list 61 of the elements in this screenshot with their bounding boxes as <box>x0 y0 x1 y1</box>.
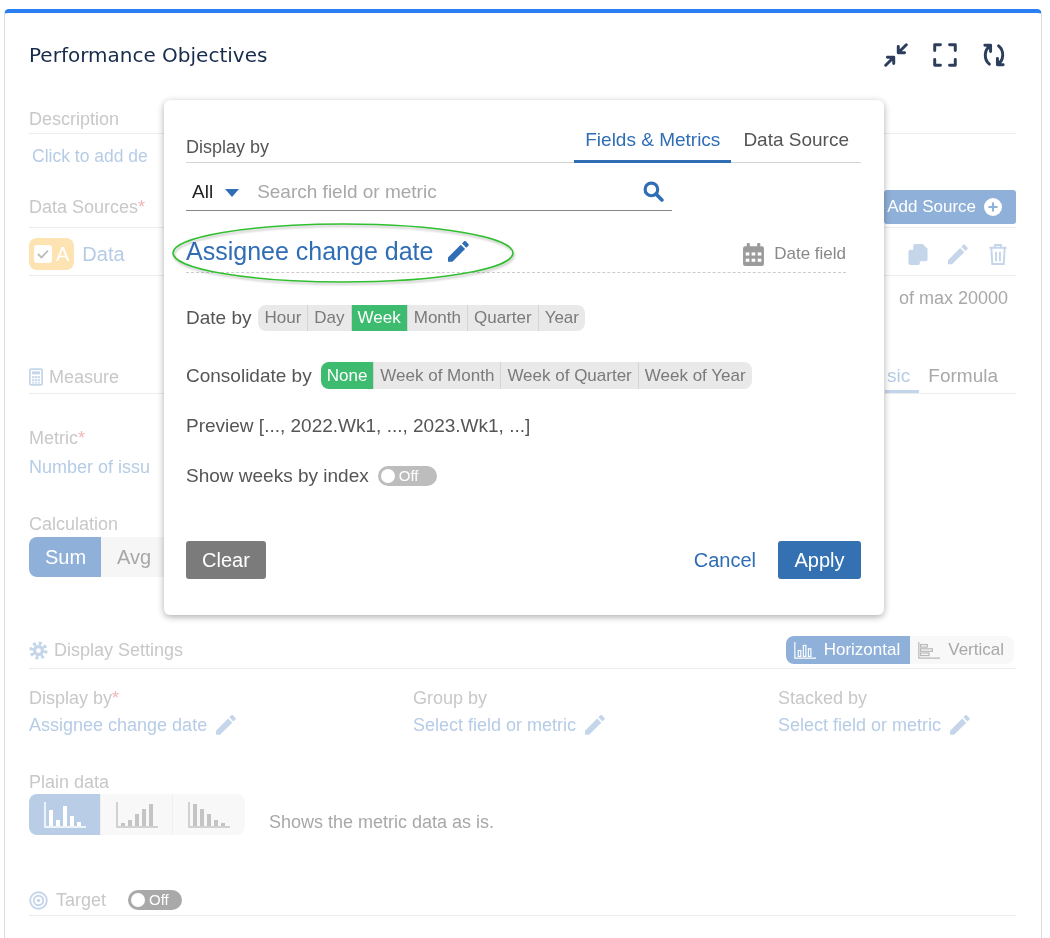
segment-button[interactable]: Month <box>407 305 468 331</box>
field-link[interactable]: Assignee change date <box>29 714 208 736</box>
caret-icon <box>225 189 240 197</box>
segment-button[interactable]: Week of Quarter <box>501 362 639 389</box>
chart-type-button[interactable] <box>101 794 173 835</box>
source-badge[interactable]: A <box>29 238 75 270</box>
metric-value[interactable]: Number of issu <box>29 456 151 478</box>
settings-icon <box>29 640 48 660</box>
bar-chart-icon <box>188 801 230 828</box>
fullscreen-icon[interactable] <box>933 43 957 67</box>
edit-icon[interactable] <box>448 241 470 262</box>
tab[interactable]: Fields & Metrics <box>574 120 732 163</box>
clear-button[interactable]: Clear <box>186 541 266 579</box>
field-link[interactable]: Select field or metric <box>778 714 942 736</box>
tab[interactable]: Formula <box>919 361 1007 393</box>
segment-button[interactable]: Week <box>351 305 408 331</box>
toggle-switch[interactable]: Off <box>377 466 437 486</box>
segment-button[interactable]: Week of Month <box>374 362 502 389</box>
plus-circle-icon[interactable] <box>984 198 1002 216</box>
collapse-icon[interactable] <box>884 43 908 67</box>
segment-button[interactable]: Quarter <box>468 305 539 331</box>
search-icon[interactable] <box>643 181 664 202</box>
tab[interactable]: Data Source <box>731 120 861 163</box>
description-text: Shows the metric data as is. <box>269 812 495 834</box>
segment-button[interactable]: Horizontal <box>785 636 911 664</box>
field-type-label: Date field <box>774 244 846 264</box>
delete-icon[interactable] <box>988 243 1008 265</box>
filter-dropdown[interactable]: All <box>186 180 240 203</box>
bar-chart-icon <box>115 801 158 828</box>
option-label: Consolidate by <box>186 364 312 387</box>
segment-button[interactable]: Hour <box>258 305 309 331</box>
segment-button[interactable]: Vertical <box>910 636 1014 664</box>
field-link[interactable]: Select field or metric <box>413 714 577 736</box>
option-label: Show weeks by index <box>186 465 369 487</box>
apply-button[interactable]: Apply <box>778 541 861 579</box>
column-chart-icon <box>793 641 816 659</box>
copy-icon[interactable] <box>908 243 928 265</box>
segment-button[interactable]: Day <box>308 305 352 331</box>
refresh-icon[interactable] <box>982 43 1006 67</box>
segment-button[interactable]: Year <box>538 305 585 331</box>
search-field[interactable]: Search field or metric <box>257 180 643 203</box>
calculator-icon <box>29 368 43 386</box>
bar-chart-icon <box>43 801 86 828</box>
segment-button[interactable]: Sum <box>29 537 101 577</box>
widget-title: Performance Objectives <box>29 43 268 67</box>
target-icon <box>29 890 48 910</box>
option-label: Date by <box>186 307 252 329</box>
bar-chart-icon <box>918 641 941 659</box>
calendar-icon <box>743 242 765 266</box>
cancel-link[interactable]: Cancel <box>693 541 756 579</box>
add-source-button[interactable]: Add Source <box>884 190 1016 224</box>
toggle-switch[interactable]: Off <box>128 890 183 910</box>
segment-button[interactable]: None <box>320 362 375 389</box>
limit-text: of max 20000 <box>898 287 1008 309</box>
description-link[interactable]: Click to add de <box>32 145 148 167</box>
preview-text: Preview [..., 2022.Wk1, ..., 2023.Wk1, ...] <box>186 415 531 437</box>
chart-type-button[interactable] <box>173 794 245 835</box>
segment-button[interactable]: Week of Year <box>638 362 752 389</box>
panel-label: Display by <box>186 137 270 159</box>
chart-type-button[interactable] <box>29 794 101 835</box>
source-name[interactable]: Data <box>82 242 125 266</box>
